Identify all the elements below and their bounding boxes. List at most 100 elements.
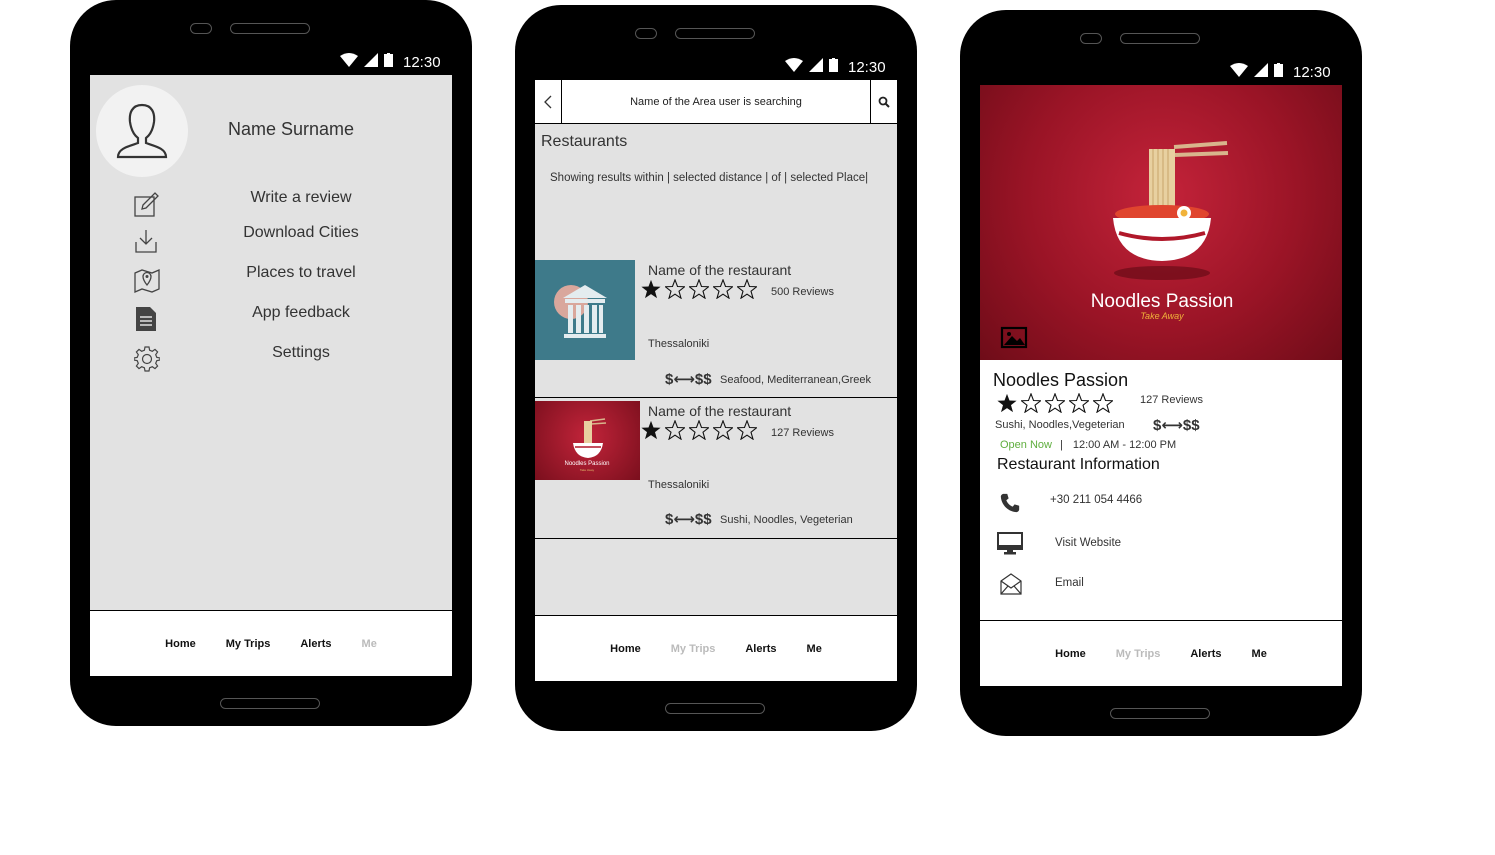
status-time: 12:30 — [848, 58, 886, 76]
phone-profile: 12:30 Name Surname Write a review Downlo… — [70, 0, 472, 726]
gear-icon — [133, 346, 161, 372]
result-card[interactable]: Noodles Passion Take Away Name of the re… — [535, 401, 897, 539]
map-pin-icon — [134, 269, 160, 293]
menu-app-feedback[interactable]: App feedback — [191, 304, 411, 322]
image-icon[interactable] — [1000, 326, 1028, 349]
speaker-bar — [230, 23, 310, 34]
home-button[interactable] — [1110, 708, 1210, 719]
visit-website-link[interactable]: Visit Website — [1055, 537, 1121, 549]
status-time: 12:30 — [1293, 63, 1331, 81]
nav-me[interactable]: Me — [362, 638, 377, 650]
menu-write-review[interactable]: Write a review — [191, 189, 411, 207]
avatar[interactable] — [96, 85, 188, 177]
email-row[interactable]: Email — [997, 572, 1327, 600]
menu-icon-places[interactable] — [134, 267, 160, 298]
detail-screen: Noodles Passion Take Away Noodles Passio… — [980, 85, 1342, 686]
nav-home[interactable]: Home — [610, 643, 641, 655]
bottom-nav: Home My Trips Alerts Me — [90, 610, 452, 676]
search-input[interactable]: Name of the Area user is searching — [562, 80, 870, 124]
menu-places-to-travel[interactable]: Places to travel — [191, 264, 411, 282]
menu-download-cities[interactable]: Download Cities — [191, 224, 411, 242]
results-note: Showing results within | selected distan… — [550, 172, 869, 184]
nav-me[interactable]: Me — [1252, 648, 1267, 660]
profile-screen: Name Surname Write a review Download Cit… — [90, 75, 452, 676]
restaurant-hero-image[interactable]: Noodles Passion Take Away — [980, 85, 1342, 360]
camera-dot — [190, 23, 212, 34]
nav-my-trips[interactable]: My Trips — [226, 638, 271, 650]
phone-search: 12:30 Name of the Area user is searching… — [515, 5, 917, 731]
menu-icon-edit[interactable] — [133, 192, 159, 223]
cuisine-tags: Sushi, Noodles, Vegeterian — [720, 514, 853, 526]
star-empty-icon — [665, 279, 685, 299]
logo-subtext: Take Away — [580, 468, 595, 472]
restaurant-thumbnail — [535, 260, 635, 360]
desktop-icon — [997, 532, 1023, 555]
website-row[interactable]: Visit Website — [997, 532, 1327, 560]
search-icon — [878, 96, 890, 108]
cuisine-tags: Sushi, Noodles,Vegeterian — [995, 419, 1125, 431]
menu-icon-settings[interactable] — [133, 346, 161, 377]
nav-me[interactable]: Me — [807, 643, 822, 655]
open-separator: | — [1059, 439, 1063, 451]
wifi-icon — [785, 58, 803, 76]
phone-row[interactable]: +30 211 054 4466 — [997, 490, 1327, 516]
review-count[interactable]: 127 Reviews — [1140, 394, 1203, 406]
home-button[interactable] — [220, 698, 320, 709]
download-icon — [135, 230, 157, 253]
menu-icon-download[interactable] — [135, 229, 157, 258]
nav-alerts[interactable]: Alerts — [1190, 648, 1221, 660]
restaurant-city: Thessaloniki — [648, 479, 710, 491]
chevron-left-icon — [544, 95, 552, 109]
star-empty-icon — [665, 420, 685, 440]
signal-icon — [809, 58, 823, 76]
review-count: 127 Reviews — [771, 427, 834, 439]
star-empty-icon — [737, 279, 757, 299]
back-button[interactable] — [535, 80, 562, 124]
signal-icon — [1254, 63, 1268, 81]
home-button[interactable] — [665, 703, 765, 714]
result-card[interactable]: Name of the restaurant 500 Reviews Thess… — [535, 260, 897, 398]
bottom-nav: Home My Trips Alerts Me — [980, 620, 1342, 686]
wifi-icon — [340, 53, 358, 71]
star-empty-icon — [1021, 393, 1041, 413]
nav-home[interactable]: Home — [165, 638, 196, 650]
nav-my-trips[interactable]: My Trips — [1116, 648, 1161, 660]
nav-alerts[interactable]: Alerts — [300, 638, 331, 650]
open-status: Open Now | 12:00 AM - 12:00 PM — [1000, 439, 1176, 451]
star-filled-icon — [641, 279, 661, 299]
rating-stars — [641, 279, 757, 299]
phone-icon — [1000, 493, 1020, 513]
restaurant-name: Name of the restaurant — [648, 262, 792, 278]
nav-home[interactable]: Home — [1055, 648, 1086, 660]
review-count: 500 Reviews — [771, 286, 834, 298]
star-empty-icon — [689, 279, 709, 299]
star-empty-icon — [1093, 393, 1113, 413]
logo-text: Noodles Passion — [564, 461, 609, 467]
menu-settings[interactable]: Settings — [191, 344, 411, 362]
nav-my-trips[interactable]: My Trips — [671, 643, 716, 655]
signal-icon — [364, 53, 378, 71]
noodle-bowl-logo: Noodles Passion Take Away — [1000, 141, 1233, 349]
restaurant-city: Thessaloniki — [648, 338, 710, 350]
phone-number[interactable]: +30 211 054 4466 — [1050, 494, 1142, 506]
price-range: $⟷$$ — [665, 511, 712, 528]
restaurant-thumbnail: Noodles Passion Take Away — [535, 401, 640, 480]
star-filled-icon — [641, 420, 661, 440]
restaurant-title: Noodles Passion — [993, 370, 1129, 390]
camera-dot — [1080, 33, 1102, 44]
menu-icon-feedback[interactable] — [136, 307, 156, 336]
restaurant-name: Name of the restaurant — [648, 403, 792, 419]
divider — [535, 397, 897, 398]
email-link[interactable]: Email — [1055, 577, 1084, 589]
phone-detail: 12:30 Noodles Passion Take Away Noodles … — [960, 10, 1362, 736]
star-empty-icon — [737, 420, 757, 440]
nav-alerts[interactable]: Alerts — [745, 643, 776, 655]
search-button[interactable] — [870, 80, 897, 124]
document-icon — [136, 307, 156, 331]
bottom-nav: Home My Trips Alerts Me — [535, 615, 897, 681]
search-screen: Name of the Area user is searching Resta… — [535, 80, 897, 681]
battery-icon — [384, 53, 393, 71]
opening-hours: 12:00 AM - 12:00 PM — [1072, 439, 1177, 451]
star-empty-icon — [689, 420, 709, 440]
star-empty-icon — [1069, 393, 1089, 413]
